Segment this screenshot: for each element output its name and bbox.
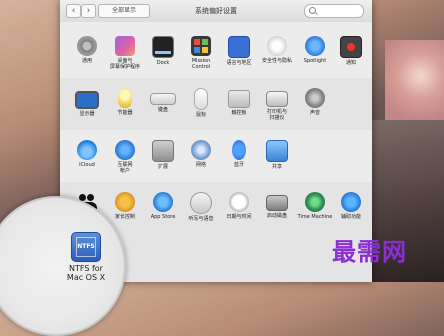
pref-label: Dock xyxy=(156,60,170,66)
pref-label: Spotlight xyxy=(303,58,327,64)
accessibility-icon xyxy=(341,192,361,212)
pref-energy-saver[interactable]: 节能器 xyxy=(106,88,144,116)
pref-label: 日期与时间 xyxy=(226,214,252,220)
pref-icloud[interactable]: iCloud xyxy=(68,140,106,168)
pref-label: 扩展 xyxy=(157,164,168,170)
date-time-icon xyxy=(229,192,249,212)
pref-general[interactable]: 通用 xyxy=(68,36,106,64)
ntfs-icon: NTFS xyxy=(71,232,101,262)
notifications-icon xyxy=(340,36,362,58)
network-icon xyxy=(191,140,211,160)
pref-label: 家长控制 xyxy=(114,214,135,220)
pref-network[interactable]: 网络 xyxy=(182,140,220,168)
search-field[interactable] xyxy=(304,4,364,18)
printers-scanners-icon xyxy=(266,91,288,107)
desktop-background xyxy=(385,40,444,130)
pref-spotlight[interactable]: Spotlight xyxy=(296,36,334,64)
spotlight-icon xyxy=(305,36,325,56)
pref-label: 语言与地区 xyxy=(226,60,252,66)
pref-dock[interactable]: Dock xyxy=(144,36,182,66)
dictation-speech-icon xyxy=(190,192,212,214)
pref-label: 安全性与隐私 xyxy=(261,58,292,64)
section-hardware: 显示器 节能器 键盘 鼠标 触控板 打印机与 扫描仪 声音 xyxy=(60,78,372,131)
bluetooth-icon xyxy=(232,140,246,160)
dock-icon xyxy=(152,36,174,58)
title-bar: ‹ › 全部显示 系统偏好设置 xyxy=(60,0,372,23)
watermark: 最需网 xyxy=(332,237,407,266)
back-button[interactable]: ‹ xyxy=(66,4,81,18)
pref-label: 听写与语音 xyxy=(188,216,214,222)
pref-sound[interactable]: 声音 xyxy=(296,88,334,116)
pref-label: iCloud xyxy=(79,162,95,168)
pref-label: App Store xyxy=(150,214,176,220)
mission-control-icon xyxy=(191,36,211,56)
desktop-screensaver-icon xyxy=(115,36,135,56)
pref-parental-controls[interactable]: 家长控制 xyxy=(106,192,144,220)
ntfs-label: NTFS for Mac OS X xyxy=(66,264,106,282)
pref-printers-scanners[interactable]: 打印机与 扫描仪 xyxy=(258,88,296,121)
keyboard-icon xyxy=(150,93,176,105)
startup-disk-icon xyxy=(266,195,288,211)
extensions-icon xyxy=(152,140,174,162)
pref-label: 声音 xyxy=(309,110,320,116)
pref-label: Mission Control xyxy=(191,58,211,70)
pref-label: 通用 xyxy=(81,58,92,64)
pref-label: 节能器 xyxy=(117,110,133,116)
pref-accessibility[interactable]: 辅助功能 xyxy=(332,192,370,220)
forward-button[interactable]: › xyxy=(81,4,96,18)
pref-time-machine[interactable]: Time Machine xyxy=(296,192,334,220)
internet-accounts-icon xyxy=(115,140,135,160)
pref-ntfs-for-mac[interactable]: NTFS NTFS for Mac OS X xyxy=(58,232,114,282)
app-store-icon xyxy=(153,192,173,212)
pref-label: 触控板 xyxy=(231,110,247,116)
pref-label: 键盘 xyxy=(157,107,168,113)
pref-label: 桌面与 屏幕保护程序 xyxy=(109,58,140,70)
section-personal: 通用 桌面与 屏幕保护程序 Dock Mission Control 语言与地区… xyxy=(60,22,372,79)
mouse-icon xyxy=(194,88,208,110)
pref-label: 通知 xyxy=(345,60,356,66)
pref-mouse[interactable]: 鼠标 xyxy=(182,88,220,118)
pref-displays[interactable]: 显示器 xyxy=(68,88,106,117)
pref-dictation-speech[interactable]: 听写与语音 xyxy=(182,192,220,222)
pref-language-region[interactable]: 语言与地区 xyxy=(220,36,258,66)
pref-bluetooth[interactable]: 蓝牙 xyxy=(220,140,258,168)
pref-keyboard[interactable]: 键盘 xyxy=(144,88,182,113)
pref-label: 共享 xyxy=(271,164,282,170)
parental-controls-icon xyxy=(115,192,135,212)
pref-extensions[interactable]: 扩展 xyxy=(144,140,182,170)
pref-label: 辅助功能 xyxy=(340,214,361,220)
pref-label: 蓝牙 xyxy=(233,162,244,168)
show-all-button[interactable]: 全部显示 xyxy=(98,4,150,18)
sound-icon xyxy=(305,88,325,108)
displays-icon xyxy=(75,91,99,109)
trackpad-icon xyxy=(228,90,250,108)
language-region-icon xyxy=(228,36,250,58)
energy-saver-icon xyxy=(118,88,132,108)
pref-label: 互联网 帐户 xyxy=(117,162,133,174)
pref-label: 启动磁盘 xyxy=(266,213,287,219)
search-icon xyxy=(309,7,316,14)
pref-label: 网络 xyxy=(195,162,206,168)
section-internet-wireless: iCloud 互联网 帐户 扩展 网络 蓝牙 共享 xyxy=(60,130,372,183)
pref-label: 鼠标 xyxy=(195,112,206,118)
pref-app-store[interactable]: App Store xyxy=(144,192,182,220)
time-machine-icon xyxy=(305,192,325,212)
icloud-icon xyxy=(77,140,97,160)
pref-label: 显示器 xyxy=(79,111,95,117)
pref-startup-disk[interactable]: 启动磁盘 xyxy=(258,192,296,219)
pref-mission-control[interactable]: Mission Control xyxy=(182,36,220,70)
security-privacy-icon xyxy=(267,36,287,56)
sharing-icon xyxy=(266,140,288,162)
pref-label: 打印机与 扫描仪 xyxy=(266,109,287,121)
pref-desktop-screensaver[interactable]: 桌面与 屏幕保护程序 xyxy=(106,36,144,70)
pref-internet-accounts[interactable]: 互联网 帐户 xyxy=(106,140,144,174)
pref-notifications[interactable]: 通知 xyxy=(332,36,370,66)
pref-label: Time Machine xyxy=(297,214,333,220)
general-icon xyxy=(77,36,97,56)
pref-trackpad[interactable]: 触控板 xyxy=(220,88,258,116)
pref-security-privacy[interactable]: 安全性与隐私 xyxy=(258,36,296,64)
pref-sharing[interactable]: 共享 xyxy=(258,140,296,170)
pref-date-time[interactable]: 日期与时间 xyxy=(220,192,258,220)
